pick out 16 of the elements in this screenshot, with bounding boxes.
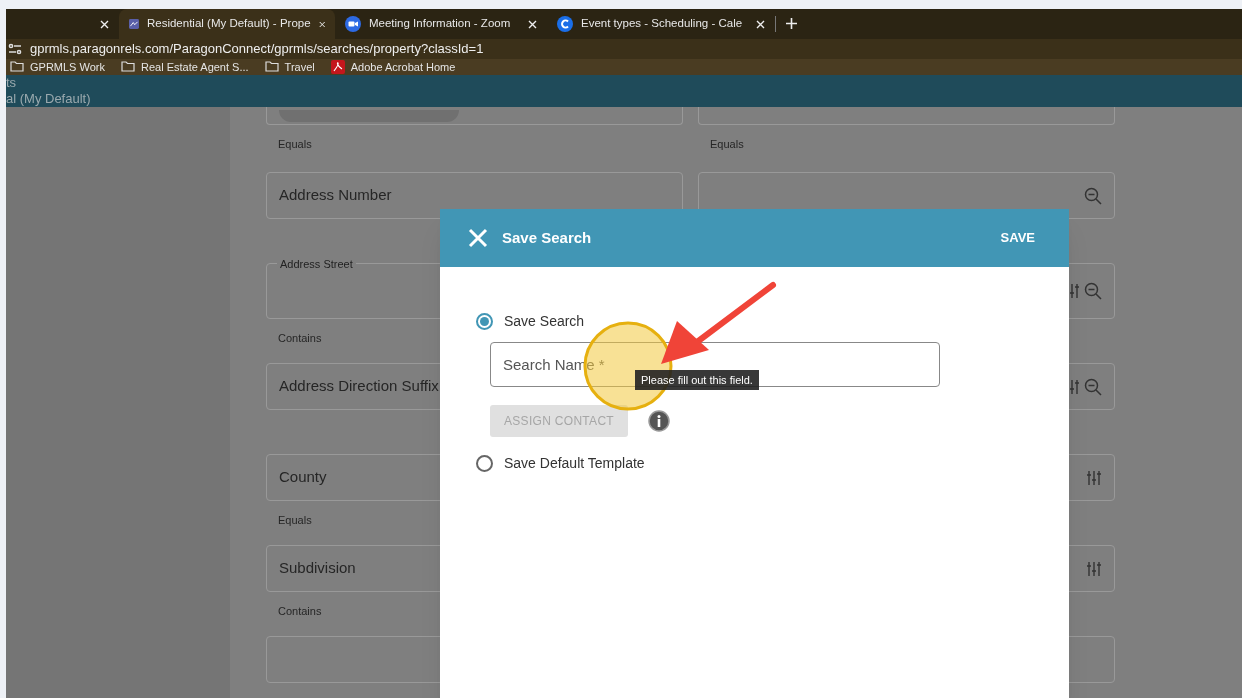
header-title: ts xyxy=(6,75,18,91)
field-hint: Equals xyxy=(710,138,744,150)
field-hint: Equals xyxy=(278,138,312,150)
tab-title: Event types - Scheduling - Cale xyxy=(581,16,744,32)
field-hint: Contains xyxy=(278,605,322,617)
field-label: Address Number xyxy=(279,185,392,206)
field-label: Address Direction Suffix xyxy=(279,376,439,397)
field-hint: Equals xyxy=(278,514,312,526)
dialog-title: Save Search xyxy=(502,227,592,248)
header-subtitle: al (My Default) xyxy=(6,91,92,107)
tab-title: Meeting Information - Zoom xyxy=(369,16,512,32)
field-hint: Contains xyxy=(278,332,322,344)
field-label: County xyxy=(279,467,327,488)
field-label: Subdivision xyxy=(279,558,356,579)
tab-title: Residential (My Default) - Prope xyxy=(146,16,311,32)
tooltip: Please fill out this field. xyxy=(635,370,759,390)
